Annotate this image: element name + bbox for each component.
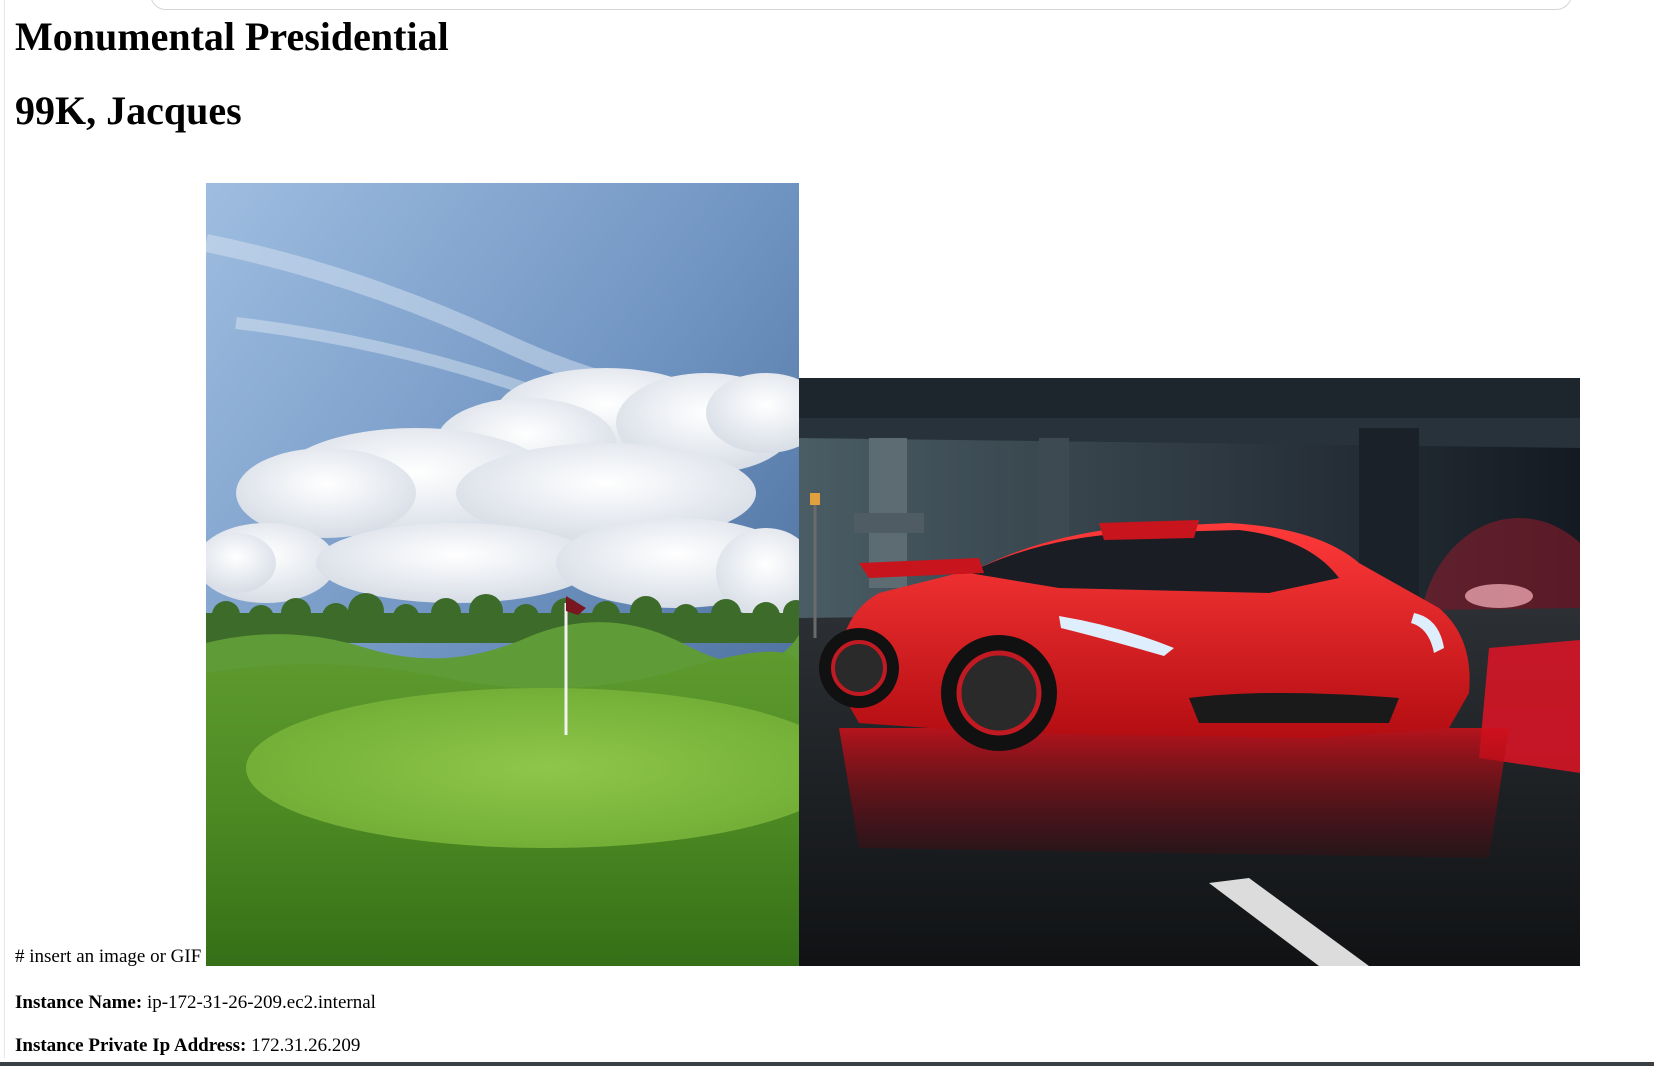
instance-name-label: Instance Name: <box>15 992 143 1013</box>
instance-name-value: ip-172-31-26-209.ec2.internal <box>146 992 376 1013</box>
image-caption: # insert an image or GIF <box>15 946 202 967</box>
instance-ip-line: Instance Private Ip Address: 172.31.26.2… <box>15 1036 360 1055</box>
taskbar-edge <box>0 1062 1654 1066</box>
instance-ip-value: 172.31.26.209 <box>251 1035 361 1056</box>
instance-name-line: Instance Name: ip-172-31-26-209.ec2.inte… <box>15 993 376 1012</box>
page-left-border <box>4 0 5 1058</box>
instance-ip-label: Instance Private Ip Address: <box>15 1035 247 1056</box>
page-subtitle: 99K, Jacques <box>15 88 242 133</box>
browser-address-bar[interactable] <box>150 0 1572 10</box>
red-sports-car-image <box>799 378 1581 966</box>
golf-course-image <box>206 183 800 966</box>
browser-viewport: Monumental Presidential 99K, Jacques # i… <box>0 0 1654 1066</box>
page-title: Monumental Presidential <box>15 14 449 59</box>
image-row: # insert an image or GIF <box>15 183 1581 967</box>
